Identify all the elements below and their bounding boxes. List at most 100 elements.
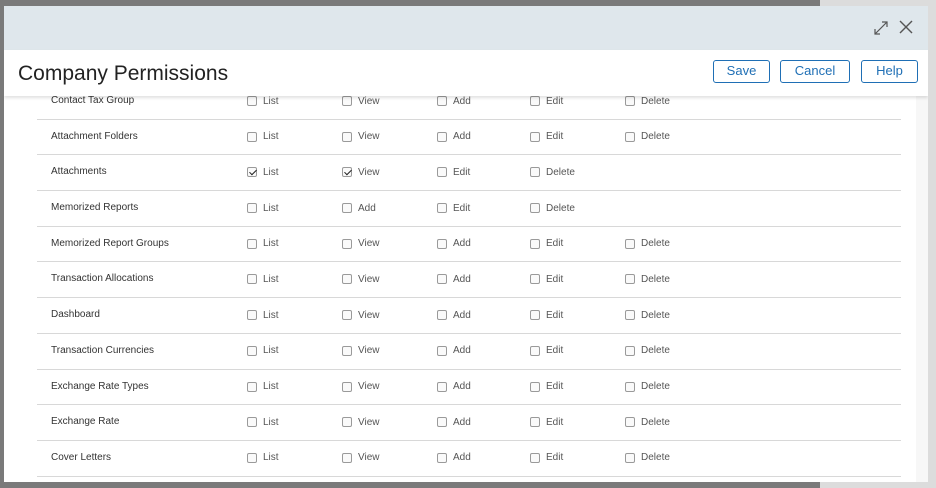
permission-checkbox-view[interactable]: View <box>342 452 380 464</box>
permission-checkbox-edit[interactable]: Edit <box>530 131 563 143</box>
permission-checkbox-list[interactable]: List <box>247 345 279 357</box>
checkbox-unchecked[interactable] <box>247 96 257 106</box>
checkbox-checked[interactable] <box>247 167 257 178</box>
permission-checkbox-edit[interactable]: Edit <box>530 452 563 464</box>
checkbox-unchecked[interactable] <box>625 381 635 392</box>
save-button[interactable]: Save <box>713 60 770 83</box>
permission-checkbox-edit[interactable]: Edit <box>530 309 563 321</box>
checkbox-unchecked[interactable] <box>530 274 540 285</box>
checkbox-unchecked[interactable] <box>247 417 257 428</box>
permission-checkbox-edit[interactable]: Edit <box>530 345 563 357</box>
checkbox-unchecked[interactable] <box>625 131 635 142</box>
permission-checkbox-add[interactable]: Add <box>437 309 471 321</box>
permission-checkbox-add[interactable]: Add <box>437 452 471 464</box>
checkbox-unchecked[interactable] <box>247 310 257 321</box>
checkbox-unchecked[interactable] <box>342 417 352 428</box>
permission-checkbox-view[interactable]: View <box>342 166 380 178</box>
checkbox-unchecked[interactable] <box>342 310 352 321</box>
checkbox-unchecked[interactable] <box>437 345 447 356</box>
permission-checkbox-edit[interactable]: Edit <box>437 202 470 214</box>
permission-checkbox-view[interactable]: View <box>342 416 380 428</box>
checkbox-unchecked[interactable] <box>530 417 540 428</box>
checkbox-unchecked[interactable] <box>247 131 257 142</box>
permission-checkbox-edit[interactable]: Edit <box>530 96 563 107</box>
permissions-list[interactable]: Contact Tax Group List View Add Edit Delete At… <box>4 96 928 482</box>
scrollbar[interactable] <box>916 96 928 482</box>
checkbox-checked[interactable] <box>342 167 352 178</box>
checkbox-unchecked[interactable] <box>342 381 352 392</box>
permission-checkbox-add[interactable]: Add <box>437 416 471 428</box>
checkbox-unchecked[interactable] <box>530 96 540 106</box>
checkbox-unchecked[interactable] <box>530 345 540 356</box>
checkbox-unchecked[interactable] <box>342 131 352 142</box>
permission-checkbox-add[interactable]: Add <box>437 345 471 357</box>
checkbox-unchecked[interactable] <box>247 381 257 392</box>
permission-checkbox-delete[interactable]: Delete <box>625 238 670 250</box>
permission-checkbox-edit[interactable]: Edit <box>530 381 563 393</box>
permission-checkbox-view[interactable]: View <box>342 273 380 285</box>
checkbox-unchecked[interactable] <box>437 167 447 178</box>
checkbox-unchecked[interactable] <box>342 274 352 285</box>
permission-checkbox-list[interactable]: List <box>247 96 279 107</box>
checkbox-unchecked[interactable] <box>625 274 635 285</box>
checkbox-unchecked[interactable] <box>625 345 635 356</box>
checkbox-unchecked[interactable] <box>530 238 540 249</box>
permission-checkbox-view[interactable]: View <box>342 96 380 107</box>
permission-checkbox-delete[interactable]: Delete <box>530 166 575 178</box>
permission-checkbox-view[interactable]: View <box>342 309 380 321</box>
permission-checkbox-delete[interactable]: Delete <box>625 416 670 428</box>
checkbox-unchecked[interactable] <box>342 345 352 356</box>
close-icon[interactable] <box>897 18 915 36</box>
checkbox-unchecked[interactable] <box>437 274 447 285</box>
checkbox-unchecked[interactable] <box>247 238 257 249</box>
checkbox-unchecked[interactable] <box>437 203 447 214</box>
permission-checkbox-list[interactable]: List <box>247 131 279 143</box>
checkbox-unchecked[interactable] <box>625 310 635 321</box>
checkbox-unchecked[interactable] <box>625 417 635 428</box>
checkbox-unchecked[interactable] <box>437 96 447 106</box>
permission-checkbox-view[interactable]: View <box>342 131 380 143</box>
checkbox-unchecked[interactable] <box>247 345 257 356</box>
permission-checkbox-edit[interactable]: Edit <box>530 416 563 428</box>
checkbox-unchecked[interactable] <box>342 238 352 249</box>
permission-checkbox-view[interactable]: View <box>342 381 380 393</box>
checkbox-unchecked[interactable] <box>530 452 540 463</box>
checkbox-unchecked[interactable] <box>342 203 352 214</box>
permission-checkbox-edit[interactable]: Edit <box>530 238 563 250</box>
permission-checkbox-delete[interactable]: Delete <box>625 131 670 143</box>
checkbox-unchecked[interactable] <box>342 452 352 463</box>
permission-checkbox-list[interactable]: List <box>247 416 279 428</box>
help-button[interactable]: Help <box>861 60 918 83</box>
checkbox-unchecked[interactable] <box>437 238 447 249</box>
permission-checkbox-edit[interactable]: Edit <box>437 166 470 178</box>
permission-checkbox-delete[interactable]: Delete <box>625 345 670 357</box>
checkbox-unchecked[interactable] <box>530 310 540 321</box>
permission-checkbox-list[interactable]: List <box>247 202 279 214</box>
checkbox-unchecked[interactable] <box>437 381 447 392</box>
permission-checkbox-add[interactable]: Add <box>437 238 471 250</box>
permission-checkbox-edit[interactable]: Edit <box>530 273 563 285</box>
checkbox-unchecked[interactable] <box>437 417 447 428</box>
permission-checkbox-list[interactable]: List <box>247 309 279 321</box>
permission-checkbox-list[interactable]: List <box>247 273 279 285</box>
permission-checkbox-view[interactable]: View <box>342 345 380 357</box>
checkbox-unchecked[interactable] <box>247 274 257 285</box>
checkbox-unchecked[interactable] <box>342 96 352 106</box>
checkbox-unchecked[interactable] <box>530 167 540 178</box>
permission-checkbox-add[interactable]: Add <box>437 381 471 393</box>
permission-checkbox-list[interactable]: List <box>247 238 279 250</box>
permission-checkbox-delete[interactable]: Delete <box>530 202 575 214</box>
permission-checkbox-add[interactable]: Add <box>437 273 471 285</box>
permission-checkbox-add[interactable]: Add <box>437 96 471 107</box>
permission-checkbox-list[interactable]: List <box>247 381 279 393</box>
expand-icon[interactable] <box>872 19 890 37</box>
permission-checkbox-add[interactable]: Add <box>437 131 471 143</box>
checkbox-unchecked[interactable] <box>437 131 447 142</box>
permission-checkbox-view[interactable]: View <box>342 238 380 250</box>
checkbox-unchecked[interactable] <box>530 381 540 392</box>
checkbox-unchecked[interactable] <box>625 238 635 249</box>
permission-checkbox-delete[interactable]: Delete <box>625 309 670 321</box>
checkbox-unchecked[interactable] <box>247 203 257 214</box>
permission-checkbox-delete[interactable]: Delete <box>625 96 670 107</box>
checkbox-unchecked[interactable] <box>530 203 540 214</box>
